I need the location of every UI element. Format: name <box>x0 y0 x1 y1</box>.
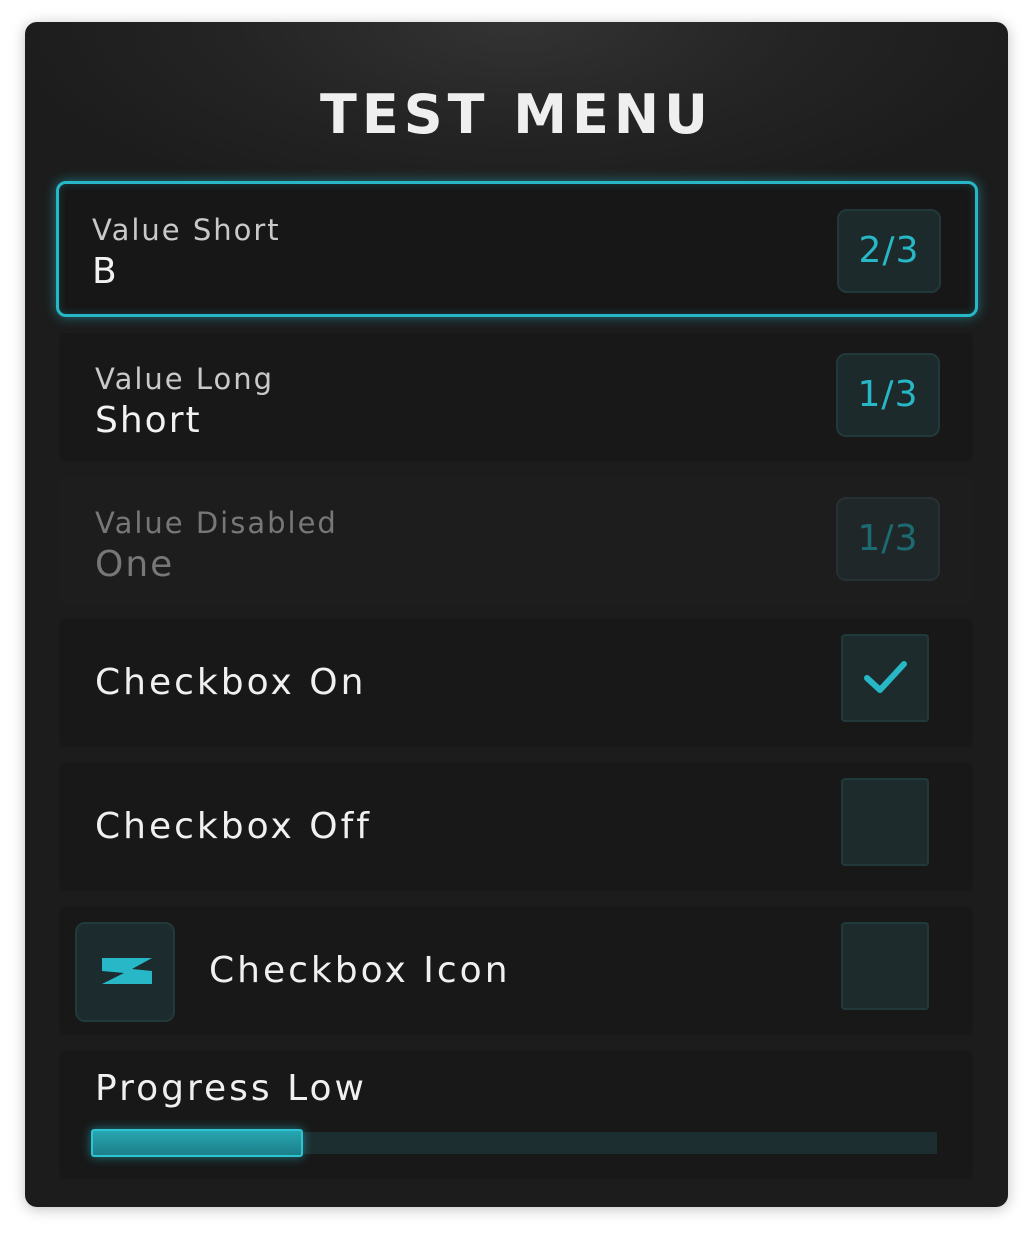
option-label: Value Long <box>95 362 275 396</box>
option-counter: 1/3 <box>836 497 940 581</box>
option-value: Short <box>95 400 202 441</box>
option-value-long[interactable]: Value Long Short 1/3 <box>59 333 973 461</box>
progress-track <box>91 1129 937 1157</box>
test-menu-panel: TEST MENU Value Short B 2/3 Value Long S… <box>25 22 1008 1207</box>
checkbox-label: Checkbox On <box>95 662 367 703</box>
checkbox-checked[interactable] <box>841 634 929 722</box>
checkbox-unchecked[interactable] <box>841 922 929 1010</box>
option-value: B <box>92 251 119 292</box>
option-value-disabled: Value Disabled One 1/3 <box>59 477 973 605</box>
checkbox-row-off[interactable]: Checkbox Off <box>59 763 973 891</box>
checkbox-row-on[interactable]: Checkbox On <box>59 619 973 747</box>
checkbox-label: Checkbox Icon <box>209 950 511 991</box>
checkmark-icon <box>864 661 907 693</box>
option-value-short[interactable]: Value Short B 2/3 <box>56 181 978 317</box>
progress-fill <box>91 1129 303 1157</box>
menu-title: TEST MENU <box>320 83 713 146</box>
checkbox-row-icon[interactable]: Checkbox Icon <box>59 907 973 1035</box>
option-label: Value Short <box>92 213 281 247</box>
row-icon-box <box>75 922 175 1022</box>
progress-label: Progress Low <box>95 1068 367 1109</box>
option-counter: 1/3 <box>836 353 940 437</box>
option-counter: 2/3 <box>837 209 941 293</box>
option-label: Value Disabled <box>95 506 338 540</box>
option-value: One <box>95 544 175 585</box>
progress-row: Progress Low <box>59 1051 973 1179</box>
checkbox-unchecked[interactable] <box>841 778 929 866</box>
lightning-bolt-icon <box>102 958 152 984</box>
checkbox-label: Checkbox Off <box>95 806 372 847</box>
